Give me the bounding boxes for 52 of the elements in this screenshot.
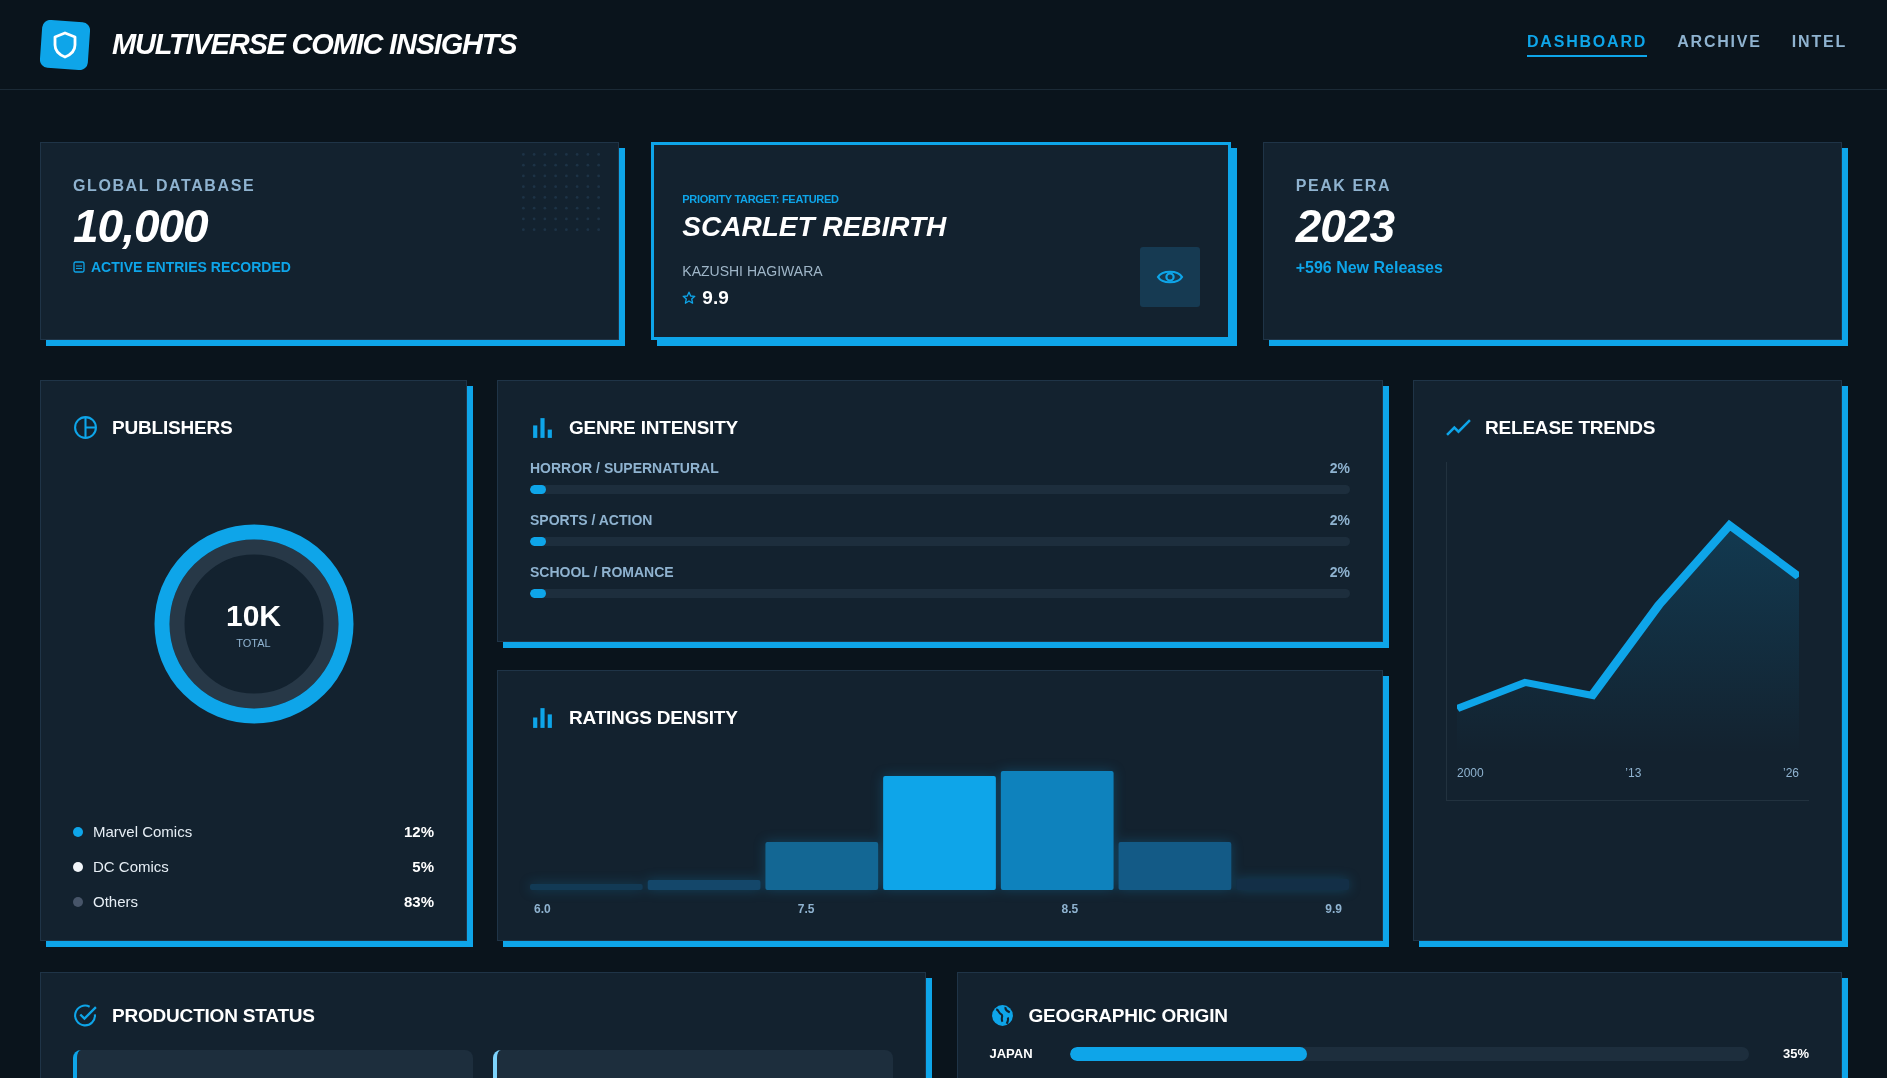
axis-label: 2000: [1457, 766, 1484, 780]
nav-tab[interactable]: DASHBOARD: [1526, 32, 1648, 57]
genre-percent: 2%: [1329, 564, 1350, 580]
stat-label: PEAK ERA: [1295, 177, 1393, 195]
stat-value: 10,000: [73, 199, 209, 253]
nav-tab[interactable]: ARCHIVE: [1677, 32, 1762, 57]
country-label: JAPAN: [989, 1046, 1034, 1061]
country-percent: 35%: [1782, 1046, 1809, 1061]
check-circle-icon: [73, 1003, 98, 1028]
genre-percent: 2%: [1329, 460, 1350, 476]
axis-label: ’13: [1625, 766, 1642, 780]
card-title: RATINGS DENSITY: [569, 706, 738, 729]
legend-label: Marvel Comics: [93, 823, 194, 840]
stat-note: ACTIVE ENTRIES RECORDED: [91, 259, 291, 275]
legend-value: 5%: [412, 858, 434, 875]
genre-percent: 2%: [1329, 512, 1350, 528]
bar-chart-icon: [530, 705, 555, 730]
rating-value: 9.9: [702, 287, 729, 309]
card-title: PUBLISHERS: [112, 416, 233, 439]
star-icon: [682, 291, 697, 305]
shield-logo-icon: [40, 19, 90, 70]
database-icon: [73, 261, 85, 273]
bar-chart-icon: [530, 415, 555, 440]
donut-total: 10K: [225, 599, 281, 633]
axis-label: 6.0: [534, 902, 551, 916]
axis-label: 7.5: [797, 902, 815, 916]
genre-label: SPORTS / ACTION: [530, 512, 653, 528]
genre-label: HORROR / SUPERNATURAL: [530, 460, 719, 476]
author-name: KAZUSHI HAGIWARA: [682, 263, 824, 279]
stat-value: 2023: [1295, 199, 1396, 253]
genre-label: SCHOOL / ROMANCE: [530, 564, 674, 580]
card-title: PRODUCTION STATUS: [112, 1004, 315, 1027]
view-button[interactable]: [1139, 247, 1200, 307]
legend-label: DC Comics: [93, 858, 170, 875]
axis-label: 8.5: [1061, 902, 1079, 916]
nav-tab[interactable]: INTEL: [1791, 32, 1847, 57]
card-title: RELEASE TRENDS: [1485, 416, 1656, 439]
pie-chart-icon: [73, 415, 98, 440]
axis-label: ’26: [1782, 766, 1799, 780]
featured-title: SCARLET REBIRTH: [682, 211, 947, 243]
app-title: MULTIVERSE COMIC INSIGHTS: [112, 28, 517, 61]
stat-note: +596 New Releases: [1295, 259, 1443, 277]
axis-label: 9.9: [1325, 902, 1342, 916]
card-title: GENRE INTENSITY: [569, 416, 739, 439]
globe-icon: [989, 1003, 1015, 1028]
legend-label: Others: [93, 893, 139, 910]
card-title: GEOGRAPHIC ORIGIN: [1028, 1004, 1228, 1027]
legend-value: 83%: [403, 893, 434, 910]
featured-eyebrow: PRIORITY TARGET: FEATURED: [682, 193, 840, 205]
stat-label: GLOBAL DATABASE: [73, 177, 257, 195]
legend-value: 12%: [403, 823, 434, 840]
donut-caption: TOTAL: [236, 637, 271, 649]
